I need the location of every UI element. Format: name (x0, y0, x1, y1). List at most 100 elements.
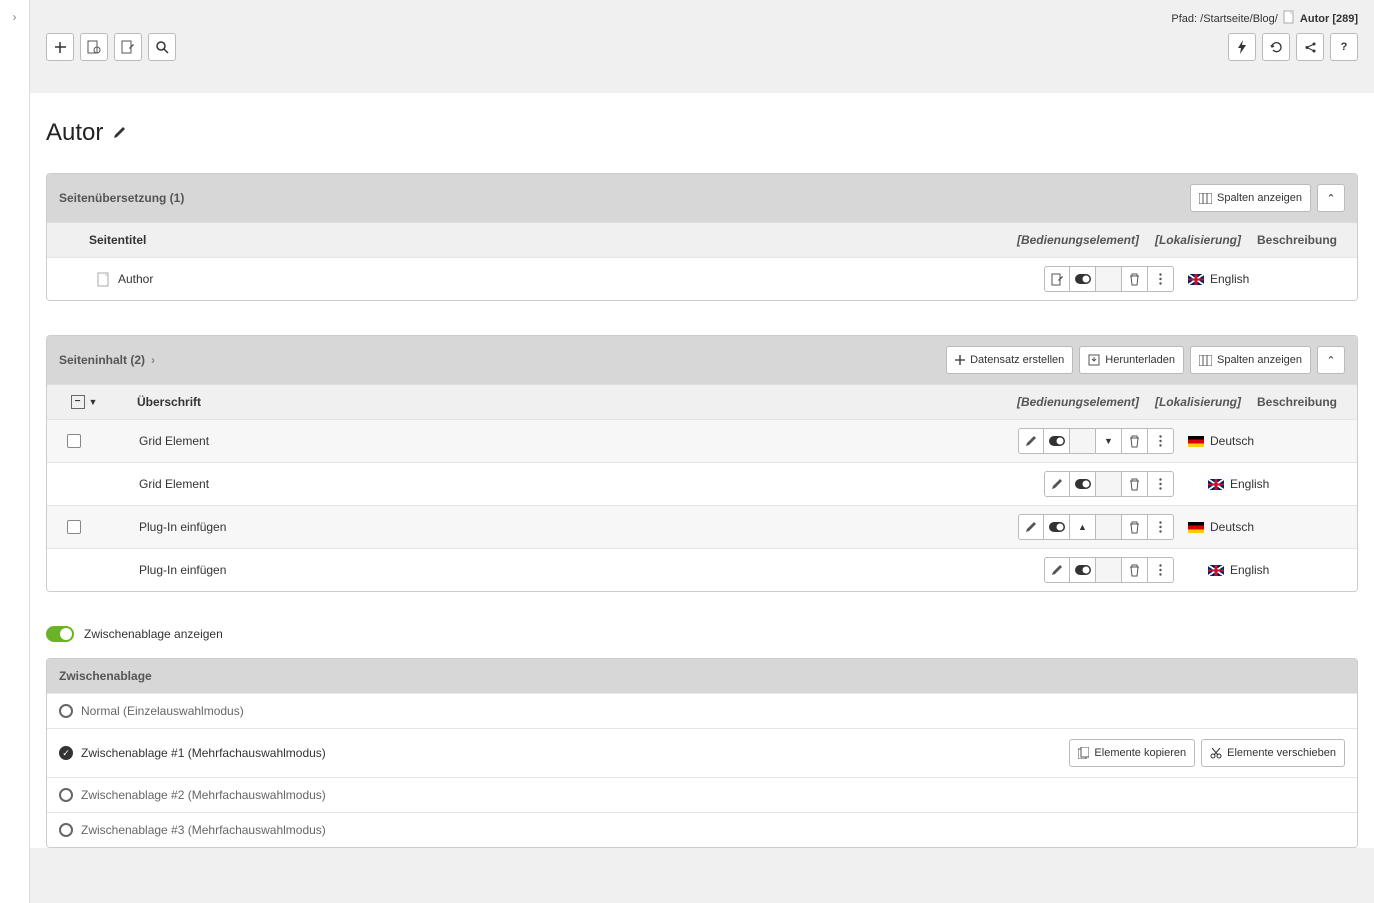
refresh-icon (1270, 41, 1283, 54)
view-page-button[interactable] (80, 33, 108, 61)
cache-button[interactable] (1228, 33, 1256, 61)
flag-en-icon (1208, 479, 1224, 490)
clipboard-option[interactable]: Normal (Einzelauswahlmodus) (47, 693, 1357, 728)
move-up-button[interactable]: ▲ (1070, 514, 1096, 540)
edit-page-button[interactable] (114, 33, 142, 61)
move-down-button[interactable]: ▼ (1096, 428, 1122, 454)
radio-off-icon (59, 704, 73, 718)
search-icon (156, 41, 169, 54)
trash-icon (1129, 273, 1140, 286)
dots-icon (1159, 521, 1162, 533)
move-elements-button[interactable]: Elemente verschieben (1201, 739, 1345, 767)
content-row: Plug-In einfügen English (47, 548, 1357, 591)
delete-button[interactable] (1122, 428, 1148, 454)
spacer-button (1096, 514, 1122, 540)
edit-button[interactable] (1018, 428, 1044, 454)
more-button[interactable] (1148, 471, 1174, 497)
dots-icon (1159, 564, 1162, 576)
triangle-down-icon: ▼ (1104, 436, 1113, 446)
trash-icon (1129, 521, 1140, 534)
col-seitentitel: Seitentitel (89, 233, 1009, 247)
clipboard-title: Zwischenablage (47, 659, 1357, 693)
chevron-up-icon: ⌃ (1326, 354, 1335, 367)
clipboard-option[interactable]: Zwischenablage #3 (Mehrfachauswahlmodus) (47, 812, 1357, 847)
create-record-button[interactable]: Datensatz erstellen (946, 346, 1073, 374)
clipboard-option[interactable]: Zwischenablage #2 (Mehrfachauswahlmodus) (47, 777, 1357, 812)
pencil-icon (1025, 521, 1037, 533)
chevron-up-icon: ⌃ (1326, 192, 1335, 205)
chevron-down-icon[interactable]: ▼ (89, 397, 98, 407)
share-icon (1304, 41, 1317, 54)
row-title: Plug-In einfügen (139, 563, 226, 577)
help-icon: ? (1341, 41, 1348, 53)
translations-panel: Seitenübersetzung (1) Spalten anzeigen ⌃… (46, 173, 1358, 301)
toggle-icon (1075, 274, 1091, 284)
more-button[interactable] (1148, 557, 1174, 583)
lang-label: Deutsch (1210, 520, 1254, 534)
edit-title-button[interactable] (113, 125, 127, 142)
edit-button[interactable] (1044, 266, 1070, 292)
sidebar-toggle[interactable]: › (0, 0, 30, 903)
clipboard-switch[interactable] (46, 626, 74, 642)
col-beschreibung: Beschreibung (1249, 233, 1345, 247)
clipboard-panel: Zwischenablage Normal (Einzelauswahlmodu… (46, 658, 1358, 848)
columns-button[interactable]: Spalten anzeigen (1190, 346, 1311, 374)
copy-elements-button[interactable]: Elemente kopieren (1069, 739, 1195, 767)
collapse-button[interactable]: ⌃ (1317, 184, 1345, 212)
toggle-button[interactable] (1070, 471, 1096, 497)
collapse-all-button[interactable]: − (71, 395, 85, 409)
content-row: Plug-In einfügen ▲ Deutsch (47, 505, 1357, 548)
toggle-button[interactable] (1044, 428, 1070, 454)
col-bedienung: [Bedienungselement] (1009, 395, 1147, 409)
row-checkbox[interactable] (67, 434, 81, 448)
row-title: Author (118, 272, 153, 286)
row-title: Plug-In einfügen (139, 520, 226, 534)
clipboard-option[interactable]: Zwischenablage #1 (Mehrfachauswahlmodus)… (47, 728, 1357, 777)
col-bedienung: [Bedienungselement] (1009, 233, 1147, 247)
help-button[interactable]: ? (1330, 33, 1358, 61)
delete-button[interactable] (1122, 514, 1148, 540)
share-button[interactable] (1296, 33, 1324, 61)
more-button[interactable] (1148, 428, 1174, 454)
trash-icon (1129, 564, 1140, 577)
lang-label: English (1230, 477, 1269, 491)
spacer-button (1096, 471, 1122, 497)
columns-button[interactable]: Spalten anzeigen (1190, 184, 1311, 212)
search-button[interactable] (148, 33, 176, 61)
lang-label: Deutsch (1210, 434, 1254, 448)
lightning-icon (1237, 40, 1247, 54)
toggle-button[interactable] (1044, 514, 1070, 540)
refresh-button[interactable] (1262, 33, 1290, 61)
chevron-right-icon: › (13, 10, 17, 24)
content-row: Grid Element English (47, 462, 1357, 505)
delete-button[interactable] (1122, 557, 1148, 583)
edit-button[interactable] (1044, 471, 1070, 497)
row-checkbox[interactable] (67, 520, 81, 534)
spacer-button (1096, 557, 1122, 583)
toggle-button[interactable] (1070, 557, 1096, 583)
dots-icon (1159, 478, 1162, 490)
flag-en-icon (1188, 274, 1204, 285)
trash-icon (1129, 478, 1140, 491)
flag-de-icon (1188, 522, 1204, 533)
delete-button[interactable] (1122, 471, 1148, 497)
more-button[interactable] (1148, 514, 1174, 540)
dots-icon (1159, 435, 1162, 447)
delete-button[interactable] (1122, 266, 1148, 292)
cut-icon (1210, 747, 1222, 759)
download-button[interactable]: Herunterladen (1079, 346, 1184, 374)
pencil-icon (1025, 435, 1037, 447)
edit-button[interactable] (1044, 557, 1070, 583)
radio-off-icon (59, 788, 73, 802)
edit-button[interactable] (1018, 514, 1044, 540)
col-ueberschrift: Überschrift (137, 395, 1009, 409)
toggle-button[interactable] (1070, 266, 1096, 292)
triangle-up-icon: ▲ (1078, 522, 1087, 532)
new-record-button[interactable] (46, 33, 74, 61)
collapse-button[interactable]: ⌃ (1317, 346, 1345, 374)
row-title: Grid Element (139, 477, 209, 491)
more-button[interactable] (1148, 266, 1174, 292)
col-lokalisierung: [Lokalisierung] (1147, 233, 1249, 247)
lang-label: English (1230, 563, 1269, 577)
chevron-right-icon: › (151, 353, 155, 367)
